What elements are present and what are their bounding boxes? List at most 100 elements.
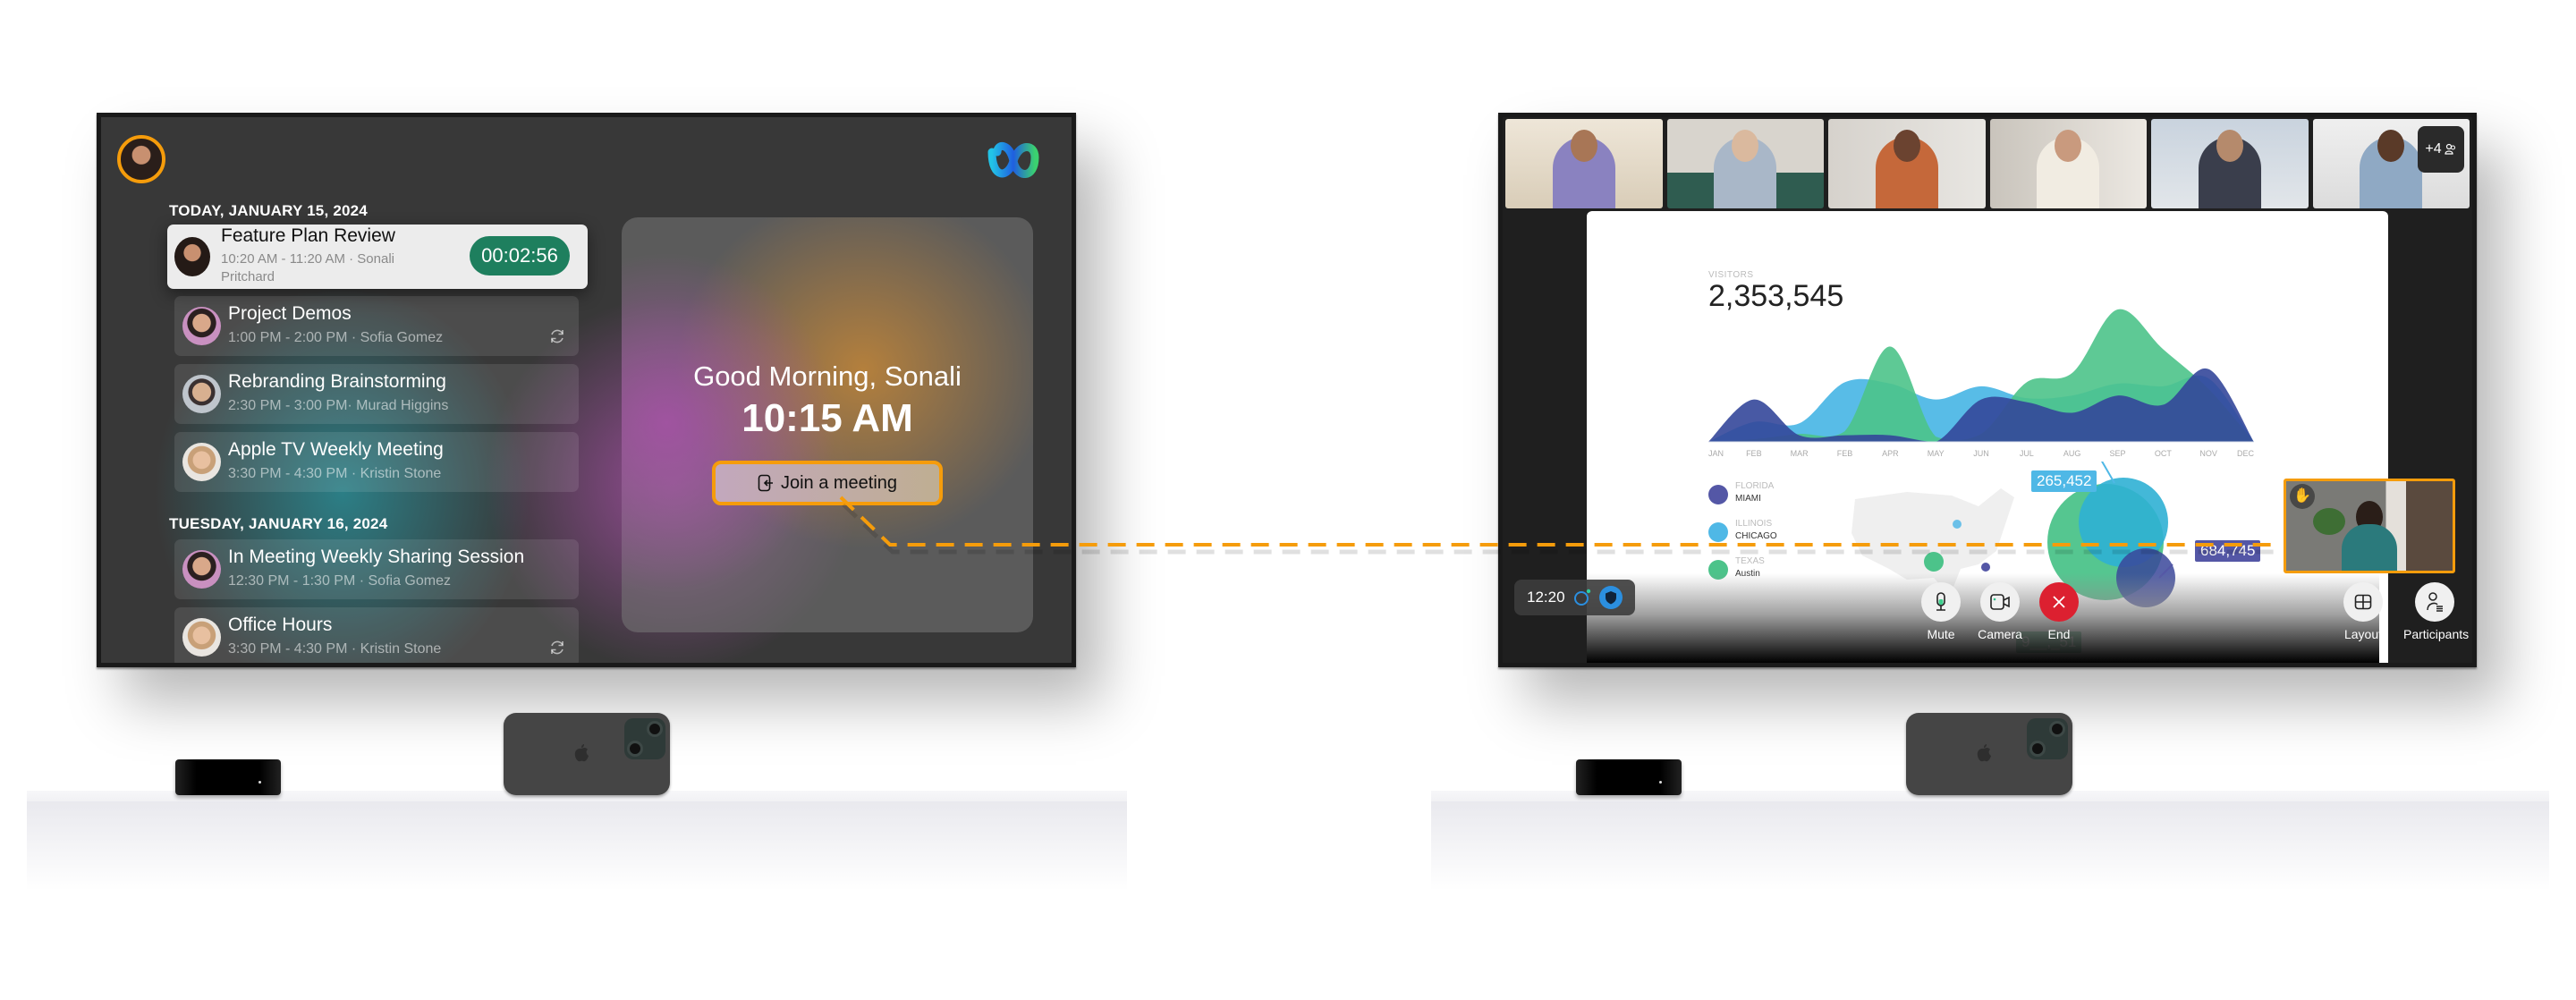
mute-control[interactable]: Mute <box>1910 582 1972 641</box>
self-view-plant <box>2313 508 2345 535</box>
camera-lens <box>647 721 663 737</box>
participant-tile[interactable] <box>1505 119 1663 208</box>
meeting-item-active[interactable]: Feature Plan Review 10:20 AM - 11:20 AM … <box>167 225 588 289</box>
visitors-area-chart: JAN FEB MAR FEB APR MAY JUN JUL AUG SEP OCT NOV DEC <box>1708 309 2254 458</box>
avatar <box>182 443 221 481</box>
people-icon <box>2445 143 2455 155</box>
x-tick-label: FEB <box>1837 449 1853 458</box>
join-meeting-button[interactable]: Join a meeting <box>712 461 943 505</box>
participant-tile[interactable]: +4 <box>2312 119 2470 208</box>
shelf-shadow-right <box>1431 801 2549 891</box>
meeting-title: Project Demos <box>228 303 352 324</box>
meeting-item[interactable]: Rebranding Brainstorming 2:30 PM - 3:00 … <box>174 364 579 424</box>
self-view-body <box>2342 524 2397 571</box>
user-avatar[interactable] <box>117 135 165 183</box>
participants-button[interactable] <box>2415 582 2454 622</box>
end-control[interactable]: End <box>2028 582 2090 641</box>
meeting-title: Office Hours <box>228 614 333 635</box>
x-tick-label: JUL <box>2020 449 2034 458</box>
camera-lens <box>2029 741 2046 757</box>
x-tick-label: SEP <box>2109 449 2125 458</box>
meeting-item[interactable]: Project Demos 1:00 PM - 2:00 PM · Sofia … <box>174 296 579 356</box>
meeting-item[interactable]: In Meeting Weekly Sharing Session 12:30 … <box>174 539 579 599</box>
recurring-icon <box>551 329 564 343</box>
x-tick-label: FEB <box>1746 449 1762 458</box>
connection-status-icon <box>1573 589 1590 606</box>
avatar <box>182 550 221 589</box>
legend-dot <box>1708 522 1728 542</box>
date-header-today: TODAY, JANUARY 15, 2024 <box>169 202 368 219</box>
x-tick-label: DEC <box>2237 449 2254 458</box>
status-led <box>258 781 261 784</box>
bubble-label-chicago: 265,452 <box>2031 470 2097 492</box>
mute-label: Mute <box>1927 627 1955 641</box>
meeting-elapsed-time: 12:20 <box>1527 589 1565 606</box>
layout-icon <box>2354 594 2372 610</box>
avatar <box>174 237 210 276</box>
legend-dot <box>1708 485 1728 504</box>
more-participants-button[interactable]: +4 <box>2418 126 2464 173</box>
x-tick-label: MAR <box>1791 449 1809 458</box>
microphone-icon <box>1936 592 1945 611</box>
x-tick-label: AUG <box>2063 449 2081 458</box>
date-header-tomorrow: TUESDAY, JANUARY 16, 2024 <box>169 515 388 532</box>
x-tick-label: MAY <box>1928 449 1945 458</box>
participants-icon <box>2427 592 2443 612</box>
end-call-button[interactable] <box>2039 582 2079 622</box>
camera-button[interactable] <box>1980 582 2020 622</box>
participant-tile[interactable] <box>1666 119 1824 208</box>
webex-logo-icon <box>987 142 1039 178</box>
map-dot-austin <box>1924 552 1944 572</box>
participant-tile[interactable] <box>2151 119 2309 208</box>
meeting-subtitle: 3:30 PM - 4:30 PM · Kristin Stone <box>228 641 442 657</box>
participant-head <box>1732 130 1759 162</box>
apple-logo-icon <box>1977 744 1991 762</box>
avatar <box>182 375 221 413</box>
participant-strip: +4 <box>1505 119 2470 208</box>
participant-head <box>1570 130 1597 162</box>
tv-calendar-screen: TODAY, JANUARY 15, 2024 Feature Plan Rev… <box>97 113 1076 667</box>
apple-logo-icon <box>574 744 589 762</box>
camera-lens <box>627 741 643 757</box>
recurring-icon <box>551 640 564 655</box>
greeting-card: Good Morning, Sonali 10:15 AM Join a mee… <box>622 217 1033 632</box>
meeting-title: In Meeting Weekly Sharing Session <box>228 547 525 567</box>
camera-control[interactable]: Camera <box>1969 582 2031 641</box>
tv-meeting-screen: +4 VISITORS 2,353,545 JAN FEB MAR FEB APR MAY… <box>1498 113 2477 667</box>
participants-label: Participants <box>2403 627 2470 641</box>
self-view-video[interactable]: ✋ <box>2284 479 2455 573</box>
meeting-subtitle: 3:30 PM - 4:30 PM · Kristin Stone <box>228 466 442 481</box>
x-tick-label: NOV <box>2199 449 2217 458</box>
join-meeting-label: Join a meeting <box>780 472 898 493</box>
join-icon <box>758 474 773 492</box>
legend-state: TEXAS <box>1735 556 1765 566</box>
participant-head <box>1893 130 1920 162</box>
apple-tv-device <box>175 759 281 795</box>
mute-button[interactable] <box>1921 582 1961 622</box>
meeting-item[interactable]: Office Hours 3:30 PM - 4:30 PM · Kristin… <box>174 607 579 663</box>
participant-head <box>2055 130 2082 162</box>
meeting-subtitle: 2:30 PM - 3:00 PM· Murad Higgins <box>228 398 449 413</box>
legend-city: CHICAGO <box>1735 531 1777 541</box>
bubble-label-miami: 684,745 <box>2195 540 2261 562</box>
participant-tile[interactable] <box>1989 119 2147 208</box>
participants-control[interactable]: Participants <box>2403 582 2470 641</box>
x-tick-label: OCT <box>2155 449 2173 458</box>
end-call-icon <box>2053 596 2065 608</box>
x-tick-label: JUN <box>1973 449 1989 458</box>
layout-label: Layout <box>2343 627 2383 641</box>
participant-tile[interactable] <box>1828 119 1986 208</box>
camera-module <box>2027 718 2068 759</box>
meeting-item[interactable]: Apple TV Weekly Meeting 3:30 PM - 4:30 P… <box>174 432 579 492</box>
meeting-subtitle: 12:30 PM - 1:30 PM · Sofia Gomez <box>228 573 451 589</box>
layout-control[interactable]: Layout <box>2332 582 2394 641</box>
apple-tv-device <box>1576 759 1682 795</box>
camera-module <box>624 718 665 759</box>
camera-label: Camera <box>1978 627 2022 641</box>
shelf-shadow-left <box>27 801 1127 891</box>
more-participants-count: +4 <box>2425 141 2442 157</box>
layout-button[interactable] <box>2343 582 2383 622</box>
participant-head <box>2377 130 2405 162</box>
map-dot-chicago <box>1953 520 1962 529</box>
legend-state: ILLINOIS <box>1735 519 1773 529</box>
